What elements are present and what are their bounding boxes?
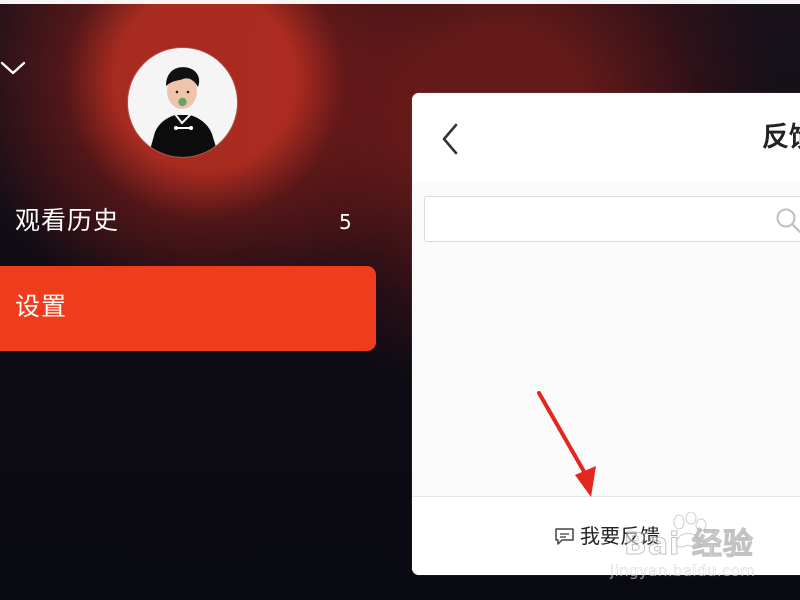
search-box[interactable] bbox=[424, 196, 800, 242]
submit-feedback-label: 我要反馈 bbox=[580, 524, 660, 548]
avatar[interactable] bbox=[128, 48, 237, 157]
sidebar-item-watch-history[interactable]: 观看历史 5 bbox=[0, 180, 376, 265]
sidebar-item-label: 设置 bbox=[15, 292, 68, 321]
top-white-strip bbox=[0, 0, 800, 4]
mobile-app-screen: 观看历史 5 设置 反馈 我要反馈 bbox=[0, 0, 800, 600]
chevron-down-icon[interactable] bbox=[0, 59, 28, 79]
sidebar-item-label: 观看历史 bbox=[15, 206, 120, 235]
search-input[interactable] bbox=[433, 205, 757, 235]
page-title: 反馈 bbox=[762, 122, 800, 153]
feedback-panel: 反馈 我要反馈 bbox=[412, 93, 800, 575]
search-icon[interactable] bbox=[775, 207, 800, 235]
profile-photo-icon bbox=[128, 48, 237, 157]
feedback-header: 反馈 bbox=[412, 93, 800, 183]
watch-history-count: 5 bbox=[339, 210, 352, 234]
feedback-footer: 我要反馈 bbox=[412, 496, 800, 575]
sidebar-item-settings[interactable]: 设置 bbox=[0, 266, 376, 351]
submit-feedback-button[interactable]: 我要反馈 bbox=[554, 522, 660, 550]
back-icon[interactable] bbox=[438, 122, 462, 156]
message-icon bbox=[555, 527, 574, 545]
